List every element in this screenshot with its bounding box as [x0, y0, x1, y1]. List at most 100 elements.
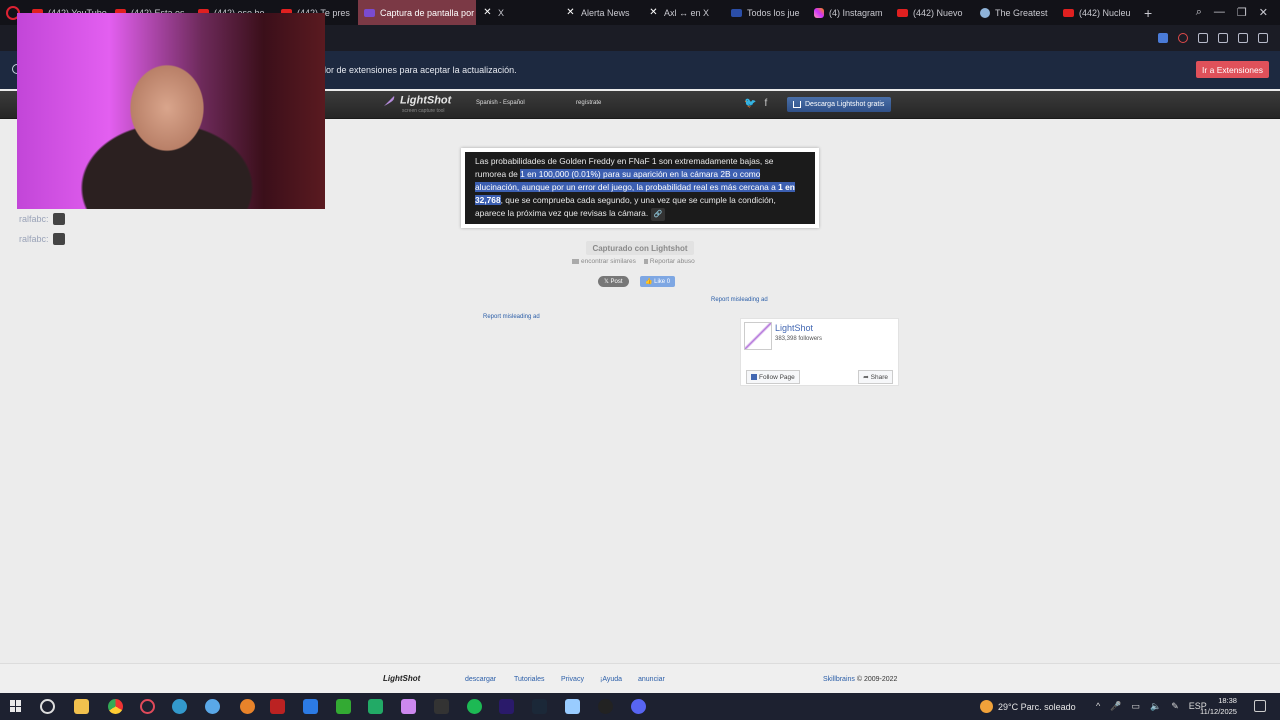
date: 11/12/2025 [1200, 707, 1237, 716]
browser-tab[interactable]: ✕ Alerta News [559, 0, 642, 25]
screenshot-line: Las probabilidades de Golden Freddy en F… [475, 156, 774, 166]
text-run: aparece la próxima vez que revisas la cá… [475, 208, 649, 218]
share-button[interactable]: ➦ Share [858, 370, 893, 384]
tab-label: Alerta News [581, 7, 630, 18]
footer-link-privacy[interactable]: Privacy [561, 676, 584, 683]
footer-link-help[interactable]: ¡Ayuda [600, 676, 622, 683]
pen-icon[interactable]: ✎ [1171, 701, 1179, 712]
file-explorer-icon[interactable] [74, 699, 89, 714]
maximize-icon[interactable]: ❐ [1237, 6, 1247, 19]
copyright-text: © 2009-2022 [854, 676, 898, 683]
app-icon[interactable] [205, 699, 220, 714]
edge-icon[interactable] [172, 699, 187, 714]
spotify-icon[interactable] [467, 699, 482, 714]
app-icon[interactable] [401, 699, 416, 714]
network-icon[interactable]: ▭ [1131, 701, 1140, 712]
browser-tab[interactable]: ✕ X [476, 0, 559, 25]
highlighted-text-bold: 32,768 [475, 195, 501, 205]
facebook-icon[interactable]: f [764, 98, 767, 109]
volume-icon[interactable]: 🔈 [1150, 701, 1161, 712]
menu-icon[interactable] [1258, 33, 1268, 43]
facebook-like-button[interactable]: 👍 Like 0 [640, 276, 676, 287]
search-tabs-icon[interactable]: ⌕ [1196, 6, 1202, 19]
captured-with-lightshot-label: Capturado con Lightshot [586, 241, 694, 255]
weather-widget[interactable]: 29°C Parc. soleado [980, 700, 1076, 713]
report-abuse-link[interactable]: Reportar abuso [643, 258, 695, 265]
chrome-icon[interactable] [108, 699, 123, 714]
browser-tab[interactable]: ✕ Axl ↔ en X [642, 0, 725, 25]
footer-logo[interactable]: LightShot [383, 674, 420, 683]
windows-start-icon[interactable] [10, 700, 22, 712]
photos-icon[interactable] [303, 699, 318, 714]
notice-text: ador de extensiones para aceptar la actu… [316, 65, 517, 75]
browser-tab[interactable]: (442) Nucleu [1057, 0, 1140, 25]
taskbar: 29°C Parc. soleado ^ 🎤 ▭ 🔈 ✎ ESP 18:38 1… [0, 693, 1280, 720]
screenshot-line: alucinación, aunque por un error del jue… [475, 181, 805, 194]
browser-tab-active[interactable]: Captura de pantalla por [358, 0, 476, 25]
lightshot-page-logo[interactable] [744, 322, 772, 350]
report-ad-link[interactable]: Report misleading ad [711, 297, 768, 303]
search-icon[interactable] [40, 699, 55, 714]
discord-icon[interactable] [631, 699, 646, 714]
tab-label: (442) Nuevo [913, 7, 963, 18]
report-ad-link[interactable]: Report misleading ad [483, 314, 540, 320]
time: 18:38 [1218, 696, 1237, 705]
browser-tab[interactable]: The Greatest [974, 0, 1057, 25]
voicemeeter-icon[interactable] [270, 699, 285, 714]
clock[interactable]: 18:38 11/12/2025 [1200, 695, 1237, 717]
footer-link-tutorials[interactable]: Tutoriales [514, 676, 544, 683]
vpn-icon[interactable] [1178, 33, 1188, 43]
obs-icon[interactable] [240, 699, 255, 714]
premiere-icon[interactable] [336, 699, 351, 714]
skillbrains-link[interactable]: Skillbrains [823, 676, 855, 683]
browser-tab[interactable]: Todos los jue [725, 0, 808, 25]
weather-text: 29°C Parc. soleado [998, 701, 1076, 712]
minimize-icon[interactable]: — [1214, 6, 1225, 19]
go-to-extensions-button[interactable]: Ir a Extensiones [1196, 61, 1269, 78]
notifications-icon[interactable] [1254, 700, 1266, 712]
footer-link-download[interactable]: descargar [465, 676, 496, 683]
close-icon[interactable]: ✕ [1259, 6, 1268, 19]
app-icon[interactable] [598, 699, 613, 714]
chat-user: ralfabc: [19, 214, 49, 224]
language-selector[interactable]: Spanish - Español [476, 100, 525, 106]
vegas-icon[interactable] [368, 699, 383, 714]
twitter-icon[interactable]: 🐦 [744, 98, 756, 109]
signin-link[interactable]: regístrate [576, 100, 601, 106]
browser-tab[interactable]: (4) Instagram [808, 0, 891, 25]
x-post-button[interactable]: 𝕏 Post [598, 276, 629, 287]
lightshot-logo[interactable]: LightShot [383, 94, 451, 107]
opera-icon[interactable] [140, 699, 155, 714]
chat-message: ralfabc: [19, 233, 65, 245]
tab-label: (4) Instagram [829, 7, 883, 18]
footer-link-advertise[interactable]: anunciar [638, 676, 665, 683]
find-similar-link[interactable]: encontrar similares [572, 258, 636, 265]
download-icon[interactable] [1238, 33, 1248, 43]
extensions-icon[interactable] [1198, 33, 1208, 43]
copyright: Skillbrains © 2009-2022 [823, 676, 897, 683]
text-run: rumorea de [475, 169, 521, 179]
follow-page-button[interactable]: Follow Page [746, 370, 800, 384]
download-button[interactable]: Descarga Lightshot gratis [787, 97, 892, 112]
mic-icon[interactable]: 🎤 [1110, 701, 1121, 712]
profile-icon[interactable] [1218, 33, 1228, 43]
browser-tab[interactable]: (442) Nuevo [891, 0, 974, 25]
app-icon[interactable] [565, 699, 580, 714]
translate-icon[interactable] [1158, 33, 1168, 43]
instagram-icon [814, 7, 824, 18]
vx-icon [731, 8, 742, 17]
logo-text: LightShot [400, 94, 452, 107]
screenshot-line: aparece la próxima vez que revisas la cá… [475, 207, 805, 221]
after-effects-icon[interactable] [499, 699, 514, 714]
new-tab-button[interactable]: + [1144, 5, 1152, 21]
fb-page-name[interactable]: LightShot [775, 323, 813, 333]
screenshot-image[interactable]: Las probabilidades de Golden Freddy en F… [461, 148, 819, 228]
steam-icon[interactable] [532, 699, 547, 714]
davinci-icon[interactable] [434, 699, 449, 714]
share-icon: ➦ [863, 374, 869, 381]
screenshot-line: 32,768, que se comprueba cada segundo, y… [475, 194, 805, 207]
lightshot-icon [364, 8, 375, 17]
avatar [52, 233, 65, 245]
download-tray-icon [793, 101, 801, 108]
chevron-up-icon[interactable]: ^ [1096, 701, 1100, 712]
